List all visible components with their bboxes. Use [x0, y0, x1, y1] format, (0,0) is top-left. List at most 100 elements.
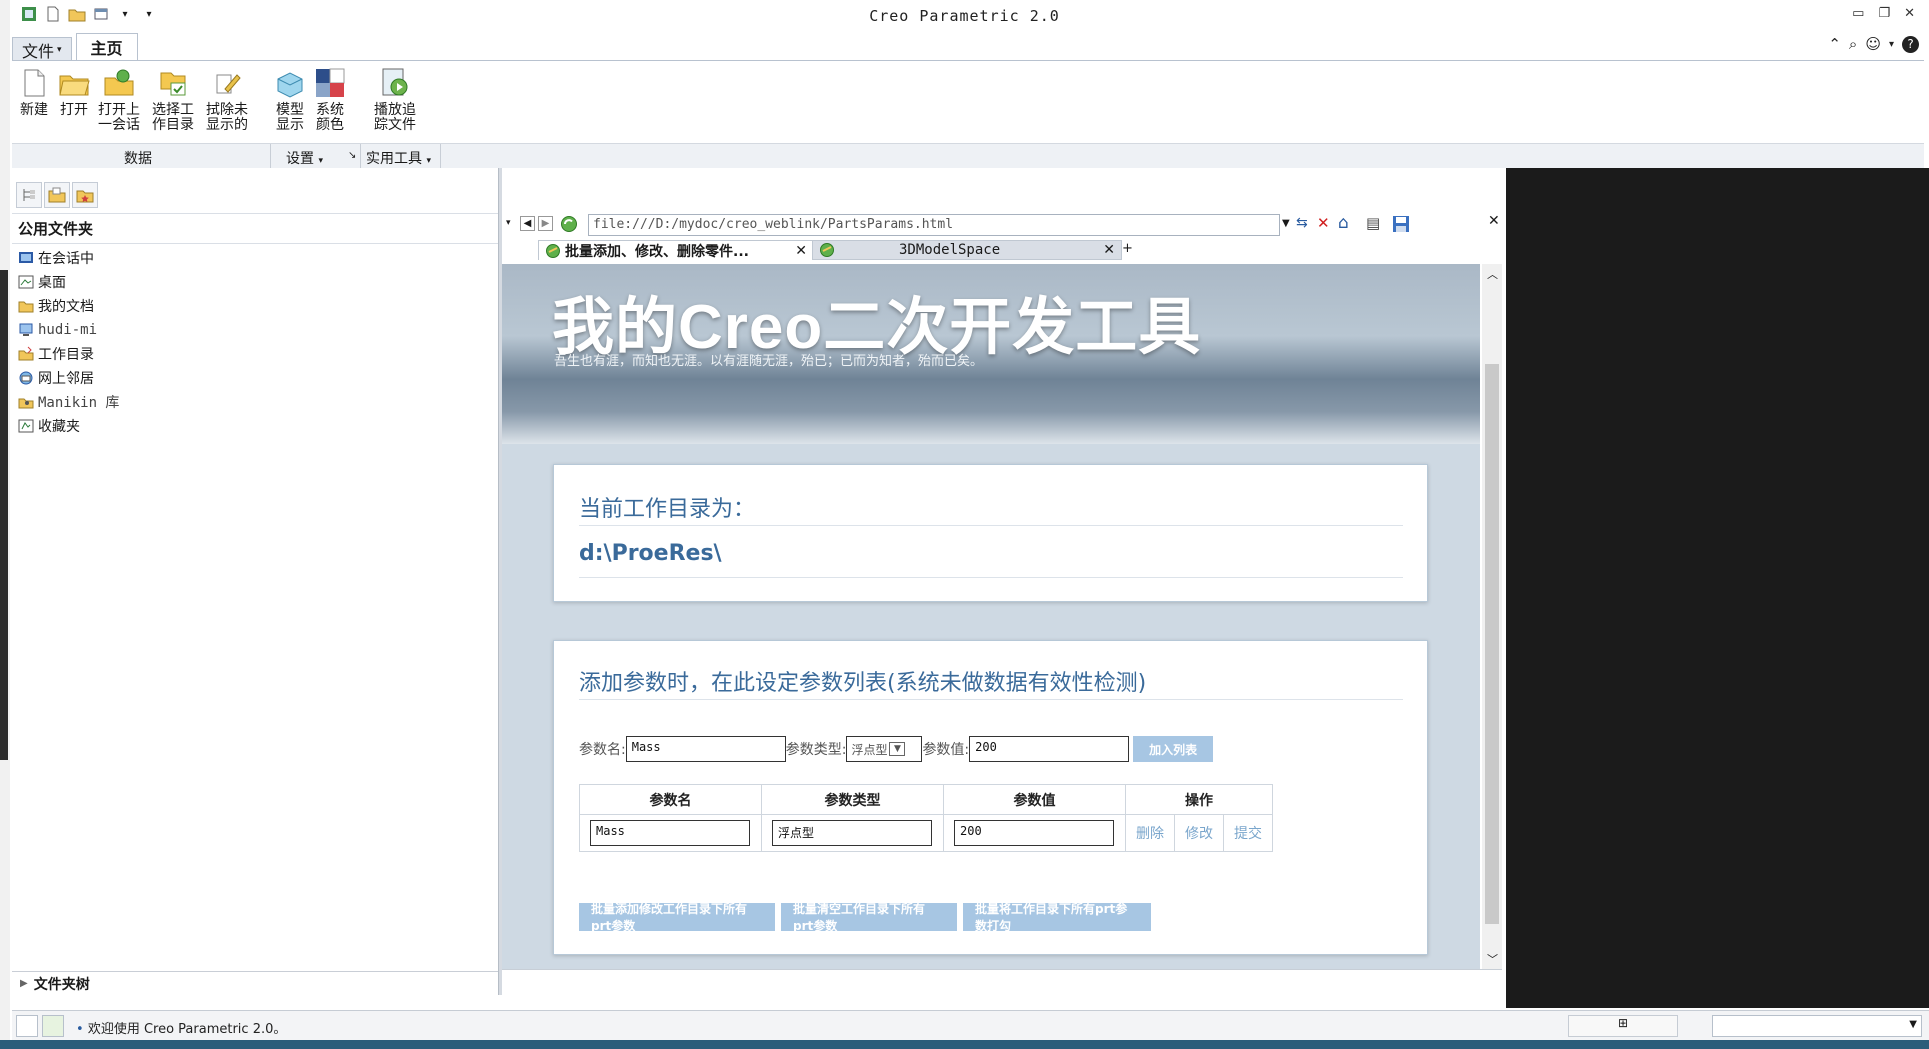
column-header: 操作 — [1125, 784, 1273, 815]
scroll-up-icon[interactable]: ︿ — [1487, 266, 1498, 282]
folder-browser-tab[interactable] — [44, 182, 70, 208]
select-working-dir-button[interactable]: 选择工 作目录 — [152, 67, 194, 133]
refresh-page-icon[interactable] — [560, 215, 578, 233]
help-icon[interactable]: ? — [1902, 35, 1919, 53]
params-table: 参数名 参数类型 参数值 操作 Mass 浮点型 200 删除 修改 提交 — [579, 784, 1273, 852]
browser-tab-parts-params[interactable]: 批量添加、修改、删除零件... ✕ — [538, 240, 814, 260]
scroll-thumb[interactable] — [1485, 364, 1499, 924]
toggle-navigator-icon[interactable] — [16, 1015, 38, 1037]
browser-tab-3dmodelspace[interactable]: 3DModelSpace ✕ — [812, 240, 1122, 260]
batch-clear-button[interactable]: 批量清空工作目录下所有prt参数 — [781, 902, 957, 933]
select-working-dir-label-1: 选择工 — [152, 102, 194, 118]
cell-param-name: Mass — [579, 814, 762, 852]
community-icon[interactable]: ☺ — [1865, 35, 1881, 53]
param-value-input[interactable]: 200 — [969, 736, 1130, 762]
page-icon — [546, 243, 560, 258]
tab-home[interactable]: 主页 — [75, 33, 138, 61]
model-display-button[interactable]: 模型 显示 — [274, 67, 306, 133]
ribbon-group-bar: 数据 设置 ▾ ↘ 实用工具 ▾ — [12, 143, 1924, 168]
refresh-icon[interactable]: ⇆ — [1296, 215, 1308, 231]
restore-icon[interactable]: ❐ — [1878, 6, 1890, 21]
back-icon[interactable]: ◀ — [520, 216, 535, 231]
nav-item-desktop[interactable]: 桌面 — [12, 270, 498, 294]
home-icon[interactable]: ⌂ — [1338, 213, 1349, 233]
nav-item-favorites[interactable]: 收藏夹 — [12, 414, 498, 438]
embedded-browser: ▾ ◀ ▶ file:///D:/mydoc/creo_weblink/Part… — [502, 210, 1504, 995]
nav-item-network[interactable]: 网上邻居 — [12, 366, 498, 390]
group-settings-dropdown[interactable]: 设置 ▾ — [286, 148, 323, 168]
toggle-browser-icon[interactable] — [42, 1015, 64, 1037]
scroll-down-icon[interactable]: ﹀ — [1487, 951, 1498, 967]
minimize-icon[interactable]: ▭ — [1852, 6, 1864, 21]
close-tab-icon[interactable]: ✕ — [1103, 242, 1115, 258]
status-toolbar — [16, 1015, 64, 1037]
open-button[interactable]: 打开 — [58, 67, 90, 118]
nav-item-label: 桌面 — [38, 275, 66, 291]
play-trail-file-button[interactable]: 播放追 踪文件 — [374, 67, 416, 133]
submit-link[interactable]: 提交 — [1224, 815, 1272, 851]
address-dropdown-icon[interactable]: ▼ — [1282, 218, 1290, 229]
system-colors-button[interactable]: 系统 颜色 — [314, 67, 346, 133]
nav-item-working-directory[interactable]: 工作目录 — [12, 342, 498, 366]
row-param-value-input[interactable]: 200 — [954, 820, 1114, 846]
page-icon — [820, 243, 834, 257]
nav-item-label: 网上邻居 — [38, 371, 94, 387]
chevron-down-icon: ▾ — [426, 156, 431, 166]
nav-item-in-session[interactable]: 在会话中 — [12, 246, 498, 270]
nav-item-my-documents[interactable]: 我的文档 — [12, 294, 498, 318]
new-button[interactable]: 新建 — [18, 67, 50, 118]
close-browser-icon[interactable]: ✕ — [1488, 213, 1500, 229]
model-tree-tab[interactable] — [16, 182, 42, 208]
erase-not-displayed-button[interactable]: 拭除未 显示的 — [206, 67, 248, 133]
in-session-icon — [19, 252, 33, 263]
working-directory-icon — [160, 72, 186, 96]
new-tab-icon[interactable]: + — [1122, 241, 1133, 256]
collapse-ribbon-icon[interactable]: ⌃ — [1828, 35, 1841, 53]
model-display-label-2: 显示 — [276, 117, 304, 133]
forward-icon[interactable]: ▶ — [538, 216, 553, 231]
close-tab-icon[interactable]: ✕ — [795, 243, 807, 259]
filter-dropdown[interactable]: ▼ — [1712, 1015, 1922, 1037]
desktop-icon — [18, 275, 34, 289]
delete-link[interactable]: 删除 — [1126, 815, 1175, 851]
open-last-session-button[interactable]: 打开上 一会话 — [98, 67, 140, 133]
save-icon[interactable] — [1392, 215, 1410, 233]
row-param-type-input[interactable]: 浮点型 — [772, 820, 932, 846]
group-utilities-dropdown[interactable]: 实用工具 ▾ — [366, 148, 431, 168]
chevron-down-icon[interactable]: ▾ — [1889, 39, 1894, 50]
dialog-launcher-icon[interactable]: ↘ — [348, 150, 356, 161]
group-utilities-label: 实用工具 — [366, 151, 422, 167]
selection-filter-icon[interactable]: ⊞ — [1568, 1015, 1678, 1037]
graphics-area[interactable] — [1506, 168, 1929, 1008]
print-icon[interactable]: ▤ — [1366, 214, 1380, 232]
stop-icon[interactable]: ✕ — [1317, 214, 1330, 232]
nav-item-label: 工作目录 — [38, 347, 94, 363]
batch-add-modify-button[interactable]: 批量添加修改工作目录下所有prt参数 — [579, 902, 775, 933]
model-display-icon — [277, 72, 303, 98]
favorites-tab[interactable] — [72, 182, 98, 208]
group-settings-label: 设置 — [286, 151, 314, 167]
nav-item-manikin-library[interactable]: Manikin 库 — [12, 390, 498, 414]
chevron-down-icon[interactable]: ▾ — [506, 218, 511, 228]
page-scrollbar[interactable]: ︿ ﹀ — [1482, 264, 1502, 969]
param-type-select[interactable]: 浮点型 ▼ — [846, 736, 923, 762]
add-to-list-button[interactable]: 加入列表 — [1133, 736, 1214, 762]
close-icon[interactable]: ✕ — [1904, 6, 1915, 21]
nav-item-label: Manikin 库 — [38, 395, 120, 411]
param-type-label: 参数类型: — [785, 742, 847, 758]
batch-actions: 批量添加修改工作目录下所有prt参数 批量清空工作目录下所有prt参数 批量将工… — [579, 902, 1151, 933]
workdir-path: d:\ProeRes\ — [579, 541, 722, 566]
left-edge-strip — [0, 270, 8, 760]
browser-tab-label: 3DModelSpace — [899, 242, 1001, 258]
nav-item-computer[interactable]: hudi-mi — [12, 318, 498, 342]
row-param-name-input[interactable]: Mass — [590, 820, 750, 846]
modify-link[interactable]: 修改 — [1175, 815, 1224, 851]
param-name-input[interactable]: Mass — [625, 736, 786, 762]
search-icon[interactable]: ⌕ — [1849, 35, 1857, 53]
address-bar[interactable]: file:///D:/mydoc/creo_weblink/PartsParam… — [588, 214, 1280, 236]
group-separator — [270, 144, 271, 168]
batch-check-button[interactable]: 批量将工作目录下所有prt参数打勾 — [963, 902, 1151, 933]
tab-file[interactable]: 文件 ▾ — [12, 37, 72, 61]
add-param-form: 参数名: Mass 参数类型: 浮点型 ▼ 参数值: 200 加入列表 — [579, 735, 1214, 763]
folder-tree-toggle[interactable]: ▶ 文件夹树 — [12, 971, 498, 995]
